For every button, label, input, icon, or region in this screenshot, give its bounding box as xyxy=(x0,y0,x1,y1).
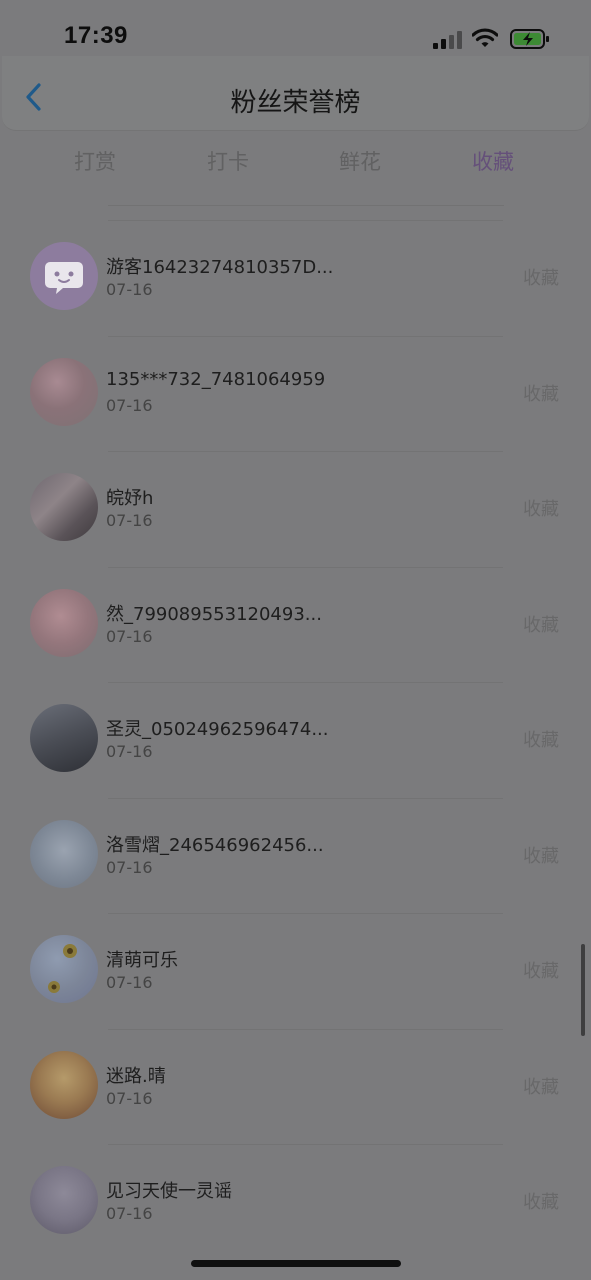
favorite-label: 收藏 xyxy=(523,845,559,867)
status-bar: 17:39 xyxy=(0,0,591,56)
chat-bubble-icon xyxy=(45,262,83,294)
wifi-icon xyxy=(472,28,498,47)
fan-date: 07-16 xyxy=(106,626,153,646)
divider xyxy=(108,682,503,683)
divider xyxy=(108,797,503,799)
status-time: 17:39 xyxy=(64,22,128,49)
avatar[interactable] xyxy=(30,704,98,772)
list-item[interactable]: 然_799089553120493... 07-16 收藏 xyxy=(0,566,591,683)
fan-date: 07-16 xyxy=(106,742,153,761)
divider xyxy=(108,335,503,337)
avatar[interactable] xyxy=(30,819,98,888)
favorite-label: 收藏 xyxy=(523,614,559,636)
avatar[interactable] xyxy=(30,242,98,310)
fan-list: 游客16423274810357D... 07-16 收藏 135***732_… xyxy=(0,220,591,1260)
divider xyxy=(108,451,503,452)
fan-date: 07-16 xyxy=(106,857,153,877)
favorite-label: 收藏 xyxy=(523,268,559,289)
fan-date: 07-16 xyxy=(106,1204,153,1223)
scrollbar[interactable] xyxy=(581,944,585,1036)
list-item[interactable]: 见习天使一灵谣 07-16 收藏 xyxy=(0,1144,591,1260)
avatar[interactable] xyxy=(30,1050,98,1119)
fan-date: 07-16 xyxy=(106,1088,153,1108)
tab-flowers[interactable]: 鲜花 xyxy=(339,146,381,176)
fan-name: 圣灵_05024962596474... xyxy=(106,719,329,740)
favorite-label: 收藏 xyxy=(523,1076,559,1098)
home-indicator[interactable] xyxy=(191,1260,401,1267)
divider xyxy=(108,913,503,914)
avatar[interactable] xyxy=(30,935,98,1003)
fan-name: 清萌可乐 xyxy=(106,950,178,971)
list-item[interactable]: 游客16423274810357D... 07-16 收藏 xyxy=(0,220,591,336)
list-item[interactable]: 皖妤h 07-16 收藏 xyxy=(0,451,591,567)
fan-date: 07-16 xyxy=(106,973,153,992)
fan-name: 游客16423274810357D... xyxy=(106,257,334,278)
favorite-label: 收藏 xyxy=(523,383,559,405)
divider xyxy=(108,1144,503,1145)
fan-date: 07-16 xyxy=(106,280,153,299)
list-item[interactable]: 清萌可乐 07-16 收藏 xyxy=(0,913,591,1029)
tab-bar: 打赏 打卡 鲜花 收藏 xyxy=(0,140,591,180)
favorite-label: 收藏 xyxy=(523,961,559,982)
avatar[interactable] xyxy=(30,473,98,541)
sunflower-icon xyxy=(48,944,77,993)
tab-reward[interactable]: 打赏 xyxy=(74,146,116,176)
fan-date: 07-16 xyxy=(106,395,153,415)
fan-name: 洛雪熠_246546962456... xyxy=(106,834,324,856)
page-title: 粉丝荣誉榜 xyxy=(230,88,361,118)
divider xyxy=(108,1028,503,1030)
list-item[interactable]: 洛雪熠_246546962456... 07-16 收藏 xyxy=(0,797,591,914)
tab-favorites[interactable]: 收藏 xyxy=(472,146,514,176)
favorite-label: 收藏 xyxy=(523,1192,559,1213)
divider xyxy=(108,220,503,221)
divider xyxy=(108,566,503,568)
favorite-label: 收藏 xyxy=(523,499,559,520)
fan-name: 135***732_7481064959 xyxy=(106,368,326,390)
avatar[interactable] xyxy=(30,588,98,657)
fan-name: 皖妤h xyxy=(106,488,154,509)
tab-checkin[interactable]: 打卡 xyxy=(207,146,249,176)
list-item[interactable]: 圣灵_05024962596474... 07-16 收藏 xyxy=(0,682,591,798)
cellular-signal-icon xyxy=(433,31,462,49)
battery-charging-icon xyxy=(510,29,549,49)
fan-date: 07-16 xyxy=(106,511,153,530)
avatar[interactable] xyxy=(30,1166,98,1234)
fan-name: 见习天使一灵谣 xyxy=(106,1181,232,1202)
list-item[interactable]: 135***732_7481064959 07-16 收藏 xyxy=(0,335,591,452)
divider xyxy=(108,205,504,206)
favorite-label: 收藏 xyxy=(523,730,559,751)
list-item[interactable]: 迷路.晴 07-16 收藏 xyxy=(0,1028,591,1145)
avatar[interactable] xyxy=(30,357,98,426)
fan-name: 然_799089553120493... xyxy=(106,603,322,625)
fan-name: 迷路.晴 xyxy=(106,1065,166,1087)
nav-header: 粉丝荣誉榜 xyxy=(2,56,589,131)
